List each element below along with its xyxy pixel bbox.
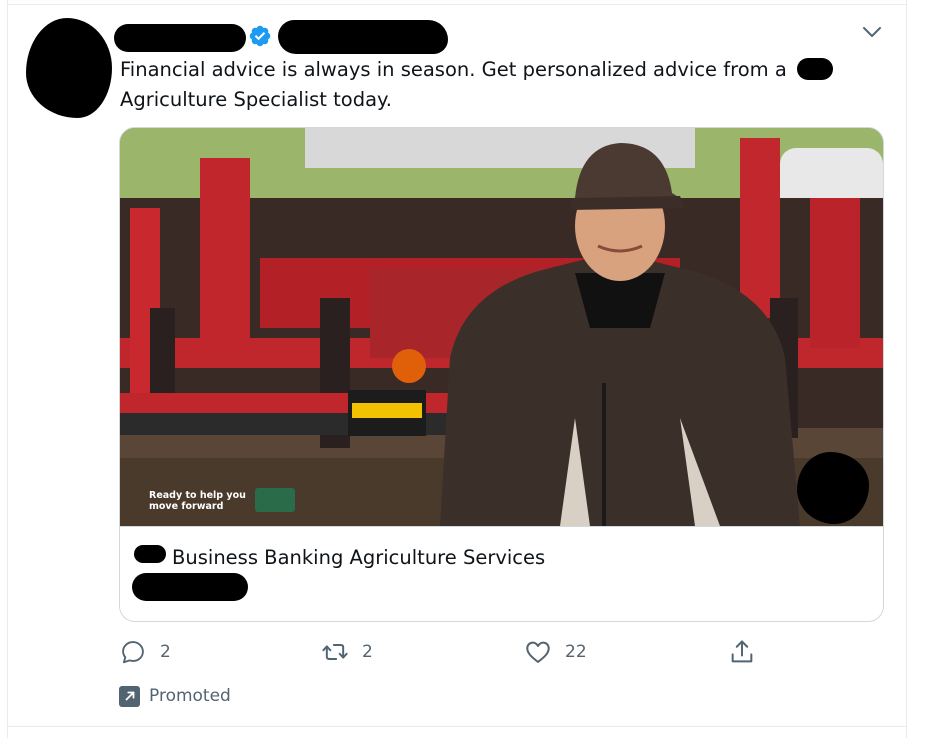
- like-icon: [526, 641, 550, 663]
- retweet-count: 2: [362, 642, 373, 662]
- display-name[interactable]: [114, 24, 246, 52]
- link-card[interactable]: Ready to help you move forward Business …: [119, 127, 884, 622]
- share-icon: [731, 640, 753, 663]
- redacted-title-prefix: [134, 545, 166, 563]
- reply-icon: [122, 641, 144, 664]
- tweet-text-line-1: Financial advice is always in season. Ge…: [120, 58, 787, 81]
- image-tagline-line-1: Ready to help you: [149, 490, 246, 501]
- share-button[interactable]: [728, 638, 756, 666]
- card-image: [120, 128, 883, 526]
- bottom-divider: [7, 726, 907, 727]
- promoted-label: Promoted: [149, 686, 231, 706]
- like-button[interactable]: 22: [524, 638, 587, 666]
- card-title: Business Banking Agriculture Services: [172, 546, 546, 569]
- image-tagline-line-2: move forward: [149, 501, 224, 512]
- reply-button[interactable]: 2: [119, 638, 171, 666]
- tweet-text-line-2: Agriculture Specialist today.: [120, 88, 392, 111]
- avatar[interactable]: [26, 18, 112, 118]
- promoted-indicator[interactable]: Promoted: [119, 684, 231, 708]
- verified-badge-icon: [249, 25, 271, 47]
- retweet-icon: [322, 644, 348, 660]
- card-domain: [132, 573, 248, 601]
- reply-count: 2: [160, 642, 171, 662]
- handle[interactable]: [278, 20, 448, 54]
- redacted-logo: [797, 452, 869, 524]
- tweet-text: Financial advice is always in season. Ge…: [120, 55, 850, 115]
- card-divider: [120, 526, 883, 527]
- like-count: 22: [565, 642, 587, 662]
- retweet-button[interactable]: 2: [321, 638, 373, 666]
- chevron-down-icon[interactable]: [860, 21, 884, 43]
- redacted-word: [797, 58, 833, 80]
- promoted-arrow-icon: [119, 685, 140, 707]
- image-tagline: Ready to help you move forward: [149, 490, 246, 512]
